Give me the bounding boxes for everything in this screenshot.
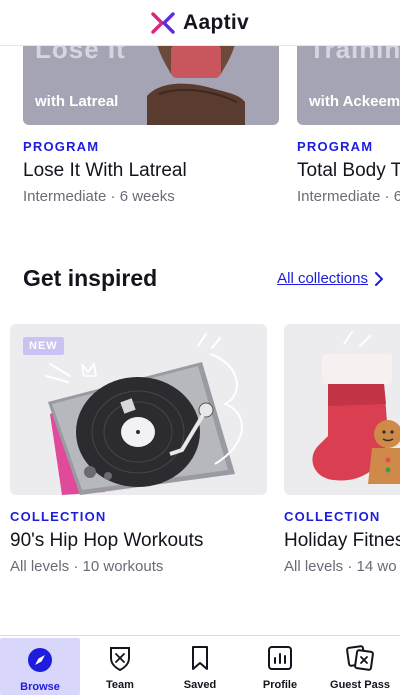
get-inspired-header: Get inspired All collections (23, 265, 383, 292)
compass-icon (26, 646, 54, 674)
collection-title[interactable]: Holiday Fitnes (284, 530, 400, 552)
tab-label: Profile (262, 679, 298, 691)
aaptiv-logo-icon (151, 11, 175, 34)
collection-meta: All levels · 10 workouts (10, 558, 164, 575)
program-meta: Intermediate · 6 weeks (23, 188, 175, 205)
collection-title[interactable]: 90's Hip Hop Workouts (10, 530, 267, 552)
program-title[interactable]: Lose It With Latreal (23, 160, 279, 182)
tab-label: Guest Pass (330, 679, 390, 691)
guest-pass-icon (346, 644, 374, 672)
program-image: Lose It with Latreal (23, 46, 279, 125)
collection-image (284, 324, 400, 495)
tab-team[interactable]: Team (80, 636, 160, 695)
collection-tag: COLLECTION (10, 509, 107, 524)
new-badge: NEW (23, 337, 64, 355)
chevron-right-icon (375, 271, 383, 286)
program-image-caption: with Ackeem (309, 93, 400, 110)
collection-tag: COLLECTION (284, 509, 381, 524)
program-tag: PROGRAM (23, 139, 100, 154)
tab-label: Team (106, 679, 134, 691)
tab-saved[interactable]: Saved (160, 636, 240, 695)
collection-meta: All levels · 14 wo (284, 558, 397, 575)
tab-label: Saved (183, 679, 217, 691)
trainer-photo (147, 46, 245, 125)
bar-chart-icon (266, 644, 294, 672)
program-image-title: Lose It (35, 46, 126, 64)
brand-name: Aaptiv (183, 10, 249, 34)
all-collections-link[interactable]: All collections (277, 270, 383, 287)
program-image-caption: with Latreal (35, 93, 119, 110)
program-card[interactable]: Lose It with Latreal PROGRAM Lose It Wit… (23, 46, 279, 205)
bookmark-icon (186, 644, 214, 672)
tab-label: Browse (20, 681, 60, 693)
all-collections-label: All collections (277, 270, 368, 287)
program-title[interactable]: Total Body T (297, 160, 400, 182)
program-meta: Intermediate · 6 weeks (297, 188, 400, 205)
team-shield-icon (106, 644, 134, 672)
stocking-illustration (312, 331, 400, 484)
brand-logo[interactable]: Aaptiv (151, 11, 249, 35)
tab-profile[interactable]: Profile (240, 636, 320, 695)
bottom-tab-bar: Browse Team Saved Profile Guest Pass (0, 635, 400, 695)
tab-browse[interactable]: Browse (0, 638, 80, 695)
program-tag: PROGRAM (297, 139, 374, 154)
program-carousel[interactable]: Lose It with Latreal PROGRAM Lose It Wit… (0, 46, 400, 206)
program-card[interactable]: Training with Ackeem PROGRAM Total Body … (297, 46, 400, 205)
collections-carousel[interactable]: NEW COLLECTION 90's Hip Hop Workouts All… (0, 324, 400, 584)
collection-card[interactable]: COLLECTION Holiday Fitnes All levels · 1… (284, 324, 400, 575)
app-header: Aaptiv (0, 0, 400, 46)
collection-card[interactable]: NEW COLLECTION 90's Hip Hop Workouts All… (10, 324, 267, 575)
tab-guest-pass[interactable]: Guest Pass (320, 636, 400, 695)
program-image: Training with Ackeem (297, 46, 400, 125)
collection-image: NEW (10, 324, 267, 495)
program-image-title: Training (309, 46, 400, 64)
section-title: Get inspired (23, 265, 158, 291)
